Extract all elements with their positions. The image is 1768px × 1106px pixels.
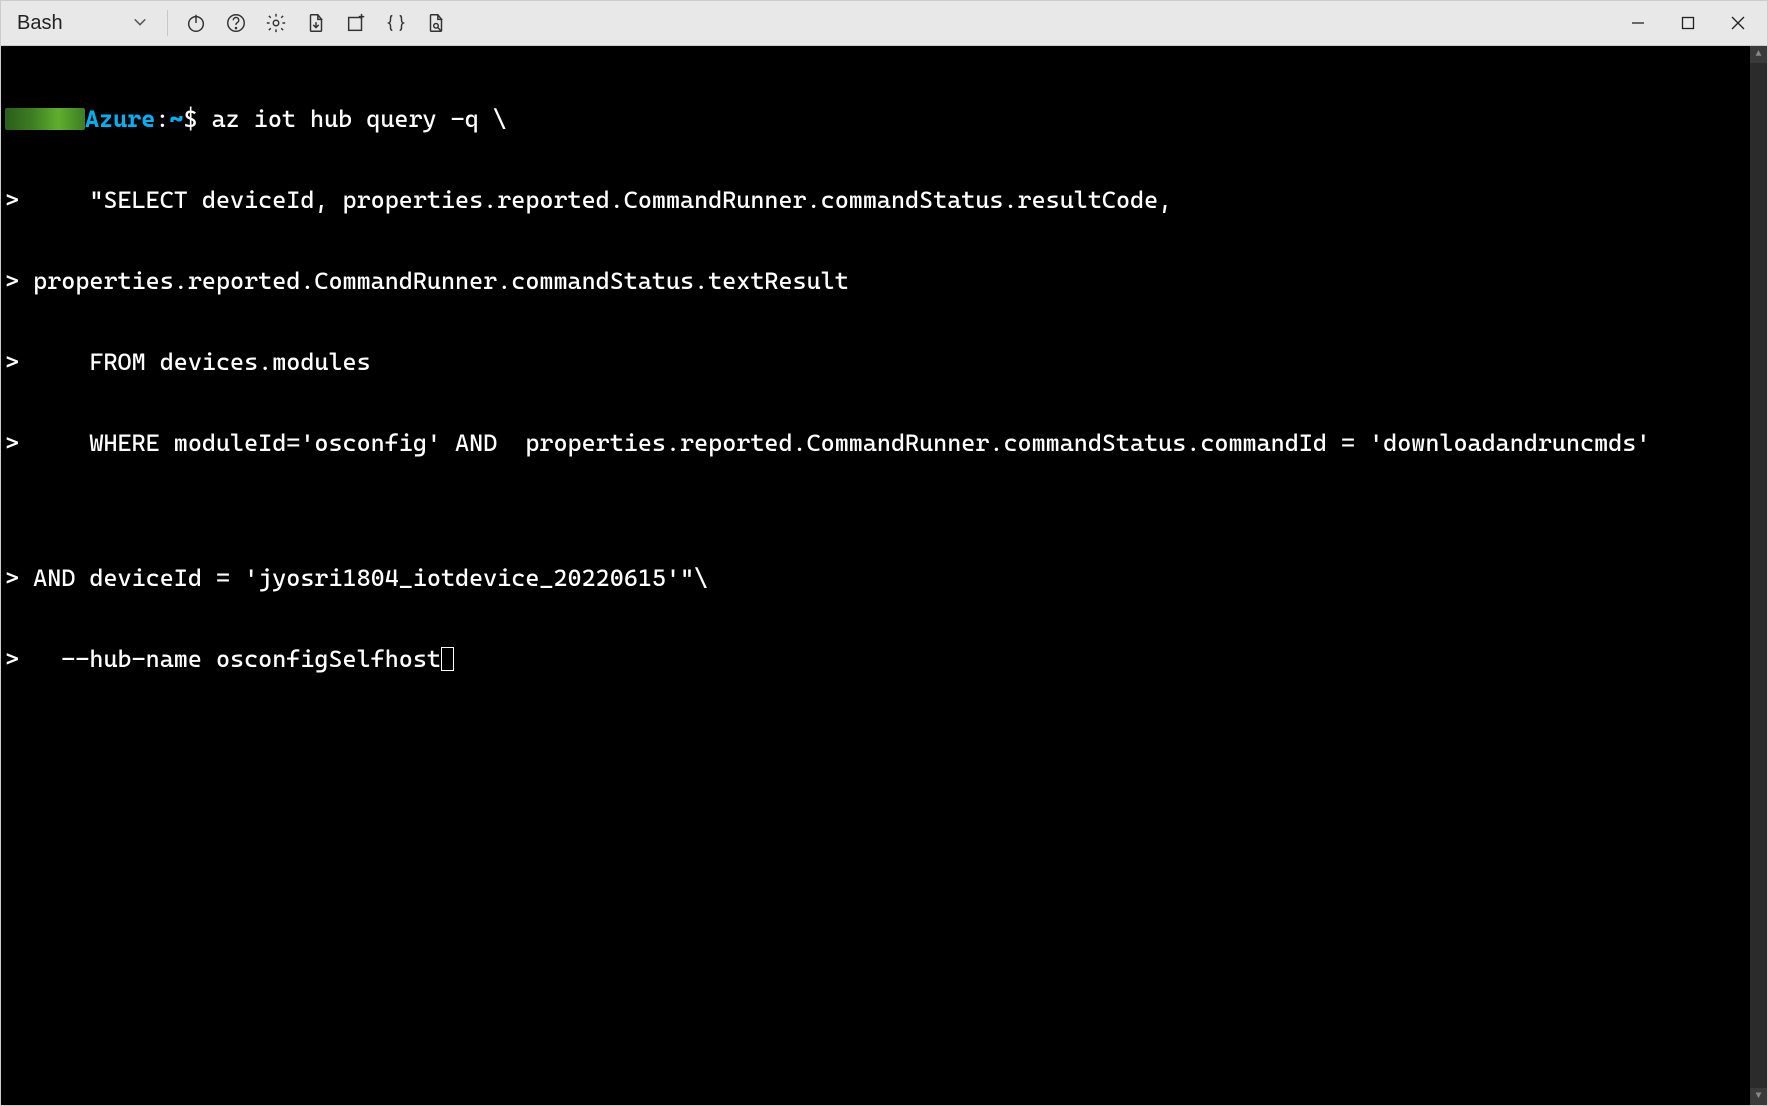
new-window-icon <box>345 12 367 34</box>
terminal-area: Azure:~$ az iot hub query -q \ > "SELECT… <box>1 46 1767 1105</box>
terminal-line: Azure:~$ az iot hub query -q \ <box>5 106 1746 133</box>
prompt-path: ~ <box>169 105 183 133</box>
web-preview-button[interactable] <box>418 5 454 41</box>
file-preview-icon <box>425 12 447 34</box>
maximize-icon <box>1681 16 1695 30</box>
toolbar: Bash <box>1 1 1767 46</box>
scroll-down-arrow-icon[interactable]: ▼ <box>1750 1088 1767 1105</box>
chevron-down-icon <box>133 15 147 32</box>
close-button[interactable] <box>1715 7 1761 39</box>
restart-button[interactable] <box>178 5 214 41</box>
editor-button[interactable] <box>378 5 414 41</box>
help-button[interactable] <box>218 5 254 41</box>
power-icon <box>185 12 207 34</box>
braces-icon <box>385 12 407 34</box>
cloud-shell-window: Bash <box>0 0 1768 1106</box>
settings-button[interactable] <box>258 5 294 41</box>
terminal[interactable]: Azure:~$ az iot hub query -q \ > "SELECT… <box>1 46 1750 1105</box>
shell-selector[interactable]: Bash <box>7 8 157 39</box>
terminal-line: > --hub-name osconfigSelfhost <box>5 646 1746 673</box>
close-icon <box>1731 16 1745 30</box>
toolbar-separator <box>167 10 168 36</box>
file-download-icon <box>305 12 327 34</box>
prompt-symbol: $ <box>183 105 197 133</box>
terminal-line: > WHERE moduleId='osconfig' AND properti… <box>5 430 1746 457</box>
scroll-up-arrow-icon[interactable]: ▲ <box>1750 46 1767 63</box>
vertical-scrollbar[interactable]: ▲ ▼ <box>1750 46 1767 1105</box>
prompt-host: Azure <box>85 105 155 133</box>
command-text: > --hub-name osconfigSelfhost <box>5 645 441 673</box>
gear-icon <box>265 12 287 34</box>
new-session-button[interactable] <box>338 5 374 41</box>
help-icon <box>225 12 247 34</box>
prompt-sep: : <box>155 105 169 133</box>
cursor <box>441 647 454 671</box>
maximize-button[interactable] <box>1665 7 1711 39</box>
minimize-button[interactable] <box>1615 7 1661 39</box>
terminal-line: > FROM devices.modules <box>5 349 1746 376</box>
redacted-username <box>5 108 85 130</box>
minimize-icon <box>1631 16 1645 30</box>
terminal-line: > properties.reported.CommandRunner.comm… <box>5 268 1746 295</box>
shell-selector-label: Bash <box>17 12 63 35</box>
terminal-line: > "SELECT deviceId, properties.reported.… <box>5 187 1746 214</box>
upload-download-button[interactable] <box>298 5 334 41</box>
command-text: az iot hub query -q \ <box>198 105 507 133</box>
terminal-line: > AND deviceId = 'jyosri1804_iotdevice_2… <box>5 565 1746 592</box>
